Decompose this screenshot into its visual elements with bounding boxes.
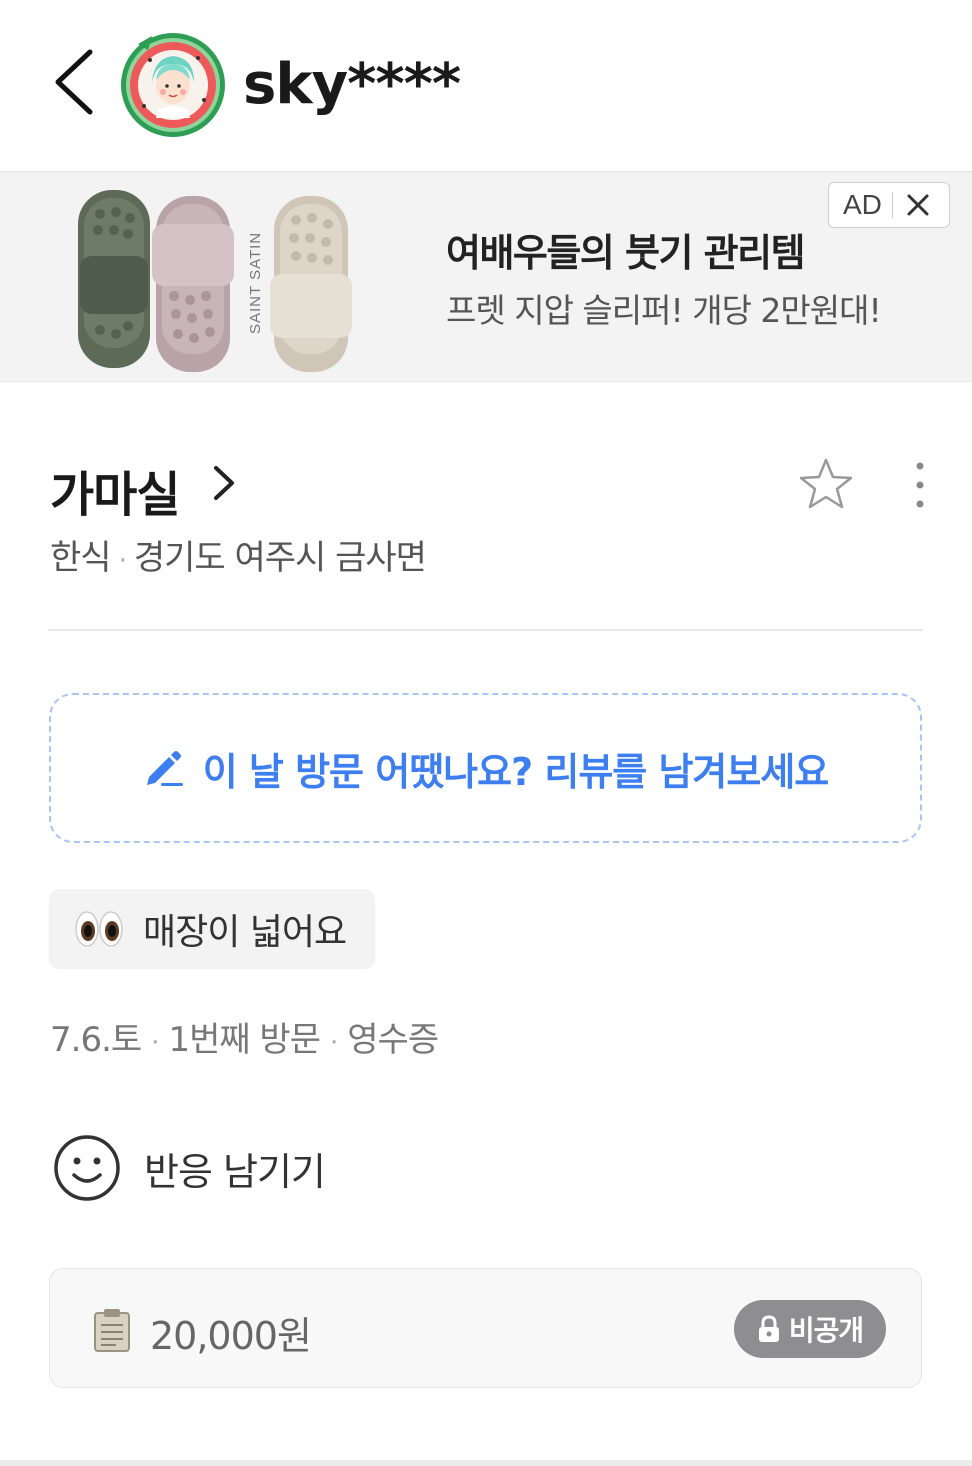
store-location: 경기도 여주시 금사면 xyxy=(133,538,427,578)
ad-brand-text: SAINT SATIN xyxy=(247,232,264,334)
star-icon[interactable] xyxy=(797,456,855,512)
close-icon[interactable] xyxy=(903,190,933,220)
ad-label: AD xyxy=(843,189,882,220)
back-button[interactable] xyxy=(48,48,104,116)
clipboard-icon xyxy=(94,1309,130,1352)
chevron-right-icon[interactable] xyxy=(208,462,238,504)
receipt-card: 20,000원 비공개 xyxy=(49,1268,922,1388)
lock-icon xyxy=(758,1315,779,1342)
write-review-label: 이 날 방문 어땠나요? 리뷰를 남겨보세요 xyxy=(202,749,830,794)
visit-date: 7.6.토 xyxy=(50,1020,142,1060)
store-name[interactable]: 가마실 xyxy=(50,455,180,525)
store-category: 한식 xyxy=(50,538,112,578)
write-review-button[interactable]: 이 날 방문 어땠나요? 리뷰를 남겨보세요 xyxy=(49,693,922,843)
username: sky**** xyxy=(243,52,461,117)
review-tag: 매장이 넓어요 xyxy=(49,889,375,969)
ad-badge: AD xyxy=(828,182,950,228)
privacy-toggle-button[interactable]: 비공개 xyxy=(734,1300,886,1358)
watermelon-avatar-icon xyxy=(121,33,225,137)
divider xyxy=(48,629,923,631)
slipper-product-image: SAINT SATIN xyxy=(78,190,352,372)
visit-info: 7.6.토 · 1번째 방문 · 영수증 xyxy=(50,1012,439,1061)
store-meta: 한식 · 경기도 여주시 금사면 xyxy=(50,530,427,579)
avatar[interactable] xyxy=(118,30,228,140)
smiley-icon xyxy=(54,1135,120,1201)
more-vertical-icon[interactable] xyxy=(906,458,934,512)
visit-count: 1번째 방문 xyxy=(168,1020,321,1060)
eyes-emoji-icon xyxy=(75,911,123,947)
ad-title[interactable]: 여배우들의 붓기 관리템 xyxy=(446,222,806,277)
separator-dot: · xyxy=(330,1028,338,1058)
leave-reaction-label: 반응 남기기 xyxy=(144,1149,326,1194)
pencil-icon xyxy=(146,751,183,786)
separator-dot: · xyxy=(151,1028,159,1058)
chevron-left-icon xyxy=(55,49,93,115)
bottom-divider xyxy=(0,1460,972,1466)
privacy-label: 비공개 xyxy=(788,1314,864,1347)
separator-dot: · xyxy=(118,546,127,576)
receipt-amount: 20,000원 xyxy=(150,1314,312,1358)
leave-reaction-button[interactable]: 반응 남기기 xyxy=(52,1133,326,1203)
visit-proof: 영수증 xyxy=(347,1020,439,1060)
ad-badge-divider xyxy=(891,192,893,218)
header: sky**** xyxy=(0,0,972,170)
ad-subtitle[interactable]: 프렛 지압 슬리퍼! 개당 2만원대! xyxy=(446,284,882,332)
review-tag-label: 매장이 넓어요 xyxy=(143,912,347,953)
